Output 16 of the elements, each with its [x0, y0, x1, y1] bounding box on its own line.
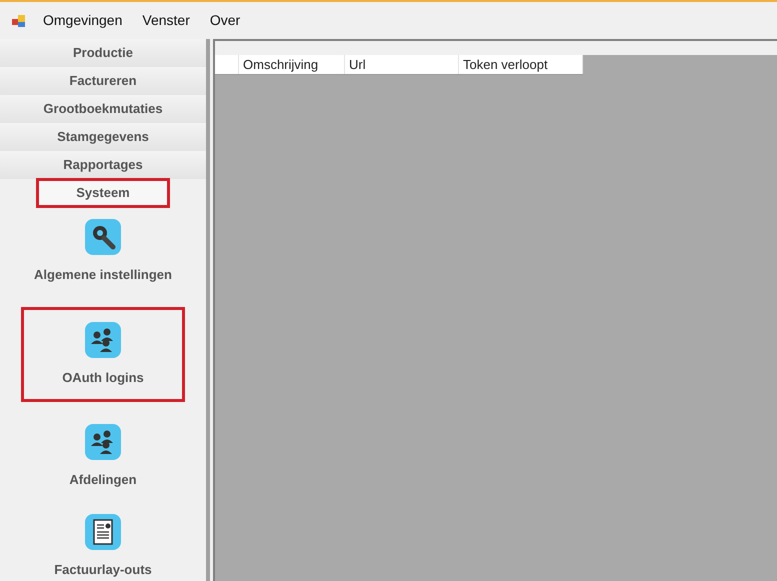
menu-item[interactable]: Omgevingen: [40, 10, 126, 31]
sidebar-item[interactable]: Afdelingen: [69, 422, 137, 492]
column-header[interactable]: Token verloopt: [459, 55, 583, 74]
sidebar-section[interactable]: Systeem: [36, 178, 170, 208]
sidebar-item[interactable]: OAuth logins: [21, 306, 185, 402]
people-icon: [84, 424, 121, 460]
menu-item[interactable]: Venster: [139, 10, 193, 31]
document-icon: [84, 514, 121, 550]
sidebar-item[interactable]: Algemene instellingen: [34, 217, 172, 286]
app-icon: [12, 14, 26, 28]
column-header[interactable]: Omschrijving: [239, 55, 345, 74]
wrench-icon: [84, 219, 121, 255]
column-header[interactable]: Url: [345, 55, 459, 74]
people-icon: [85, 322, 121, 358]
menu-item[interactable]: Over: [206, 10, 244, 31]
sidebar-item[interactable]: Factuurlay-outs: [54, 512, 152, 581]
